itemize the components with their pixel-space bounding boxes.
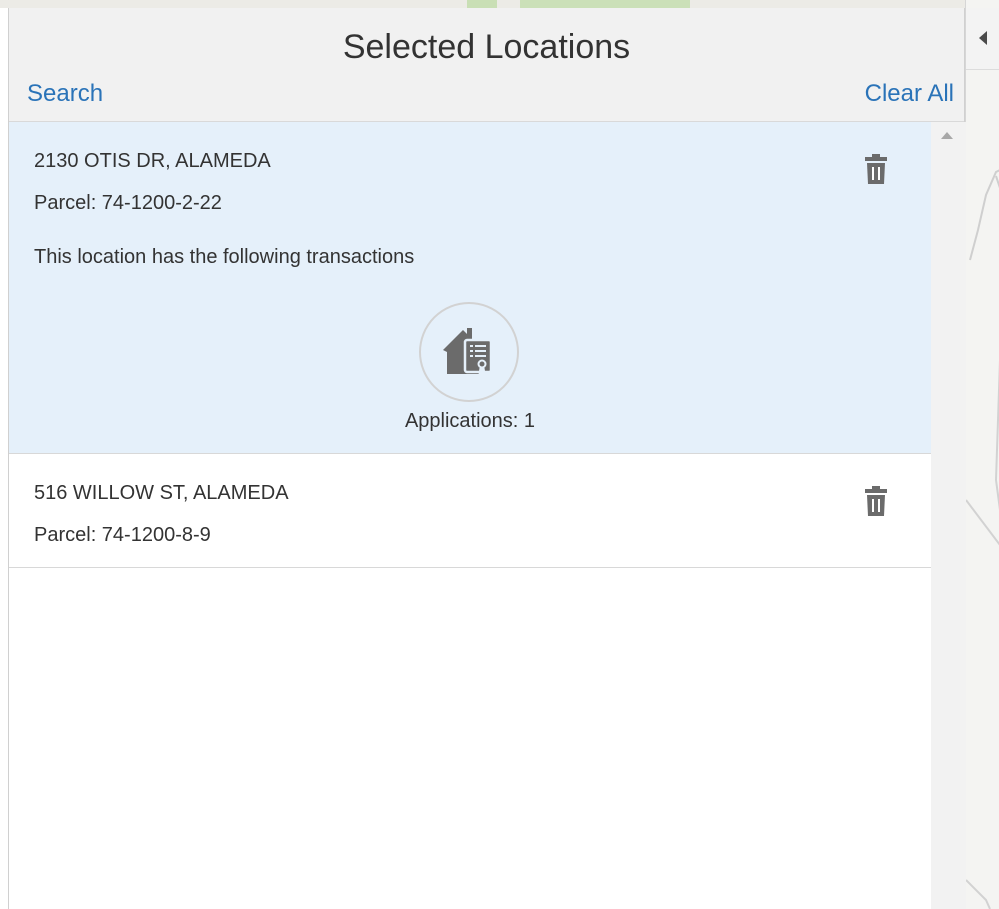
clear-all-link[interactable]: Clear All	[865, 80, 954, 108]
list-scrollbar[interactable]	[931, 122, 966, 909]
caret-left-icon	[978, 31, 987, 45]
selected-locations-panel: Selected Locations Search Clear All 2130…	[8, 8, 966, 909]
map-canvas[interactable]	[965, 0, 999, 909]
house-permit-icon	[443, 328, 493, 374]
transactions-note: This location has the following transact…	[34, 246, 415, 268]
location-parcel: Parcel: 74-1200-2-22	[34, 192, 222, 214]
map-top-strip	[0, 0, 965, 8]
location-parcel: Parcel: 74-1200-8-9	[34, 524, 211, 546]
panel-header: Selected Locations Search Clear All	[9, 8, 964, 122]
map-streets	[966, 169, 999, 909]
map-park-area	[520, 0, 690, 8]
trash-icon[interactable]	[864, 154, 888, 184]
collapse-panel-button[interactable]	[966, 8, 999, 70]
search-link[interactable]: Search	[27, 80, 103, 108]
applications-transaction-button[interactable]	[419, 302, 519, 402]
location-address: 2130 OTIS DR, ALAMEDA	[34, 150, 271, 172]
location-item[interactable]: 516 WILLOW ST, ALAMEDA Parcel: 74-1200-8…	[9, 454, 931, 568]
locations-list: 2130 OTIS DR, ALAMEDA Parcel: 74-1200-2-…	[9, 122, 931, 909]
map-park-area	[467, 0, 497, 8]
applications-count-label: Applications: 1	[404, 410, 536, 432]
panel-title: Selected Locations	[342, 28, 631, 66]
scroll-up-arrow-icon[interactable]	[941, 132, 953, 139]
location-address: 516 WILLOW ST, ALAMEDA	[34, 482, 289, 504]
location-item[interactable]: 2130 OTIS DR, ALAMEDA Parcel: 74-1200-2-…	[9, 122, 931, 454]
trash-icon[interactable]	[864, 486, 888, 516]
